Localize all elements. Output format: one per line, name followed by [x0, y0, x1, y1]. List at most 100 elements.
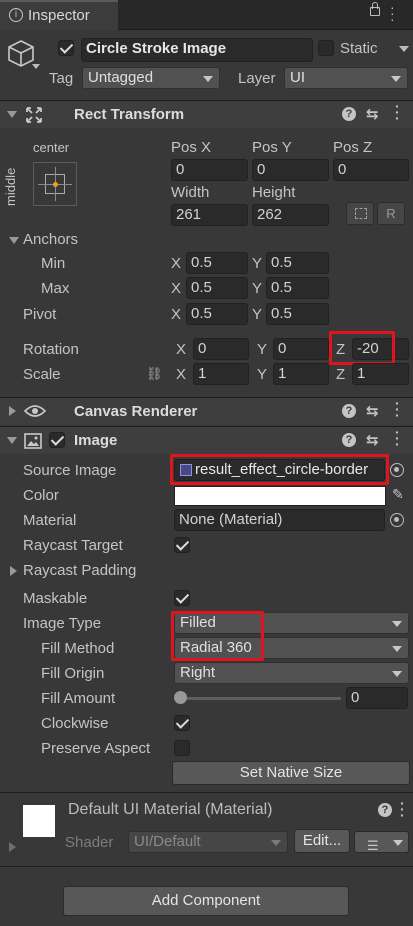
- fill-origin-dropdown[interactable]: Right: [174, 662, 409, 684]
- chevron-down-icon: [392, 646, 402, 652]
- scale-label: Scale: [23, 366, 61, 383]
- presets-icon[interactable]: ⇆: [366, 105, 379, 123]
- chevron-down-icon: [203, 76, 213, 82]
- fill-amount-slider-track[interactable]: [180, 697, 341, 700]
- layer-value: UI: [290, 69, 305, 86]
- lock-shackle-icon: [372, 2, 378, 9]
- eye-icon: [23, 404, 47, 418]
- maskable-toggle[interactable]: [174, 590, 190, 606]
- pivot-y-field[interactable]: 0.5: [266, 303, 329, 325]
- height-field[interactable]: 262: [252, 204, 329, 226]
- shader-dropdown[interactable]: UI/Default: [128, 831, 288, 853]
- object-picker-icon[interactable]: [390, 513, 404, 527]
- rect-transform-icon: [26, 107, 42, 123]
- shader-options-button[interactable]: ☰: [354, 831, 409, 853]
- context-menu-icon[interactable]: · · ·: [395, 99, 400, 125]
- pivot-x-field[interactable]: 0.5: [186, 303, 248, 325]
- layer-dropdown[interactable]: UI: [284, 67, 408, 89]
- rot-x-field[interactable]: 0: [193, 338, 249, 360]
- fill-origin-label: Fill Origin: [41, 665, 105, 682]
- icon-dropdown-arrow-icon[interactable]: [32, 64, 40, 69]
- raycast-target-label: Raycast Target: [23, 537, 123, 554]
- max-label: Max: [41, 280, 70, 297]
- pivot-label: Pivot: [23, 306, 57, 323]
- foldout-arrow-icon[interactable]: [7, 437, 17, 444]
- pivot-y-axis: Y: [252, 306, 263, 323]
- add-component-button[interactable]: Add Component: [63, 886, 349, 916]
- help-icon[interactable]: ?: [342, 404, 356, 418]
- shader-label: Shader: [65, 834, 114, 851]
- source-image-field[interactable]: result_effect_circle-border: [174, 459, 385, 481]
- tag-dropdown[interactable]: Untagged: [82, 67, 220, 89]
- presets-icon[interactable]: ⇆: [366, 431, 379, 449]
- constrain-proportions-icon[interactable]: ⛓: [146, 366, 163, 382]
- color-swatch[interactable]: [174, 486, 386, 506]
- max-y-field[interactable]: 0.5: [266, 277, 329, 299]
- raw-edit-button[interactable]: R: [377, 202, 405, 225]
- blueprint-mode-button[interactable]: [346, 202, 374, 225]
- eyedropper-icon[interactable]: ✎: [392, 486, 404, 503]
- foldout-arrow-icon[interactable]: [7, 111, 17, 118]
- sprite-icon: [180, 464, 192, 476]
- edit-shader-button[interactable]: Edit...: [294, 829, 350, 853]
- tab-inspector[interactable]: i Inspector: [0, 0, 118, 30]
- max-x-field[interactable]: 0.5: [186, 277, 248, 299]
- width-label: Width: [171, 184, 210, 201]
- image-enabled-toggle[interactable]: [49, 432, 65, 448]
- context-menu-icon[interactable]: · · ·: [395, 396, 400, 422]
- chevron-down-icon: [271, 840, 281, 846]
- scale-x-field[interactable]: 1: [193, 363, 249, 385]
- object-picker-icon[interactable]: [390, 463, 404, 477]
- help-icon[interactable]: ?: [378, 803, 392, 817]
- context-menu-icon[interactable]: · · ·: [395, 425, 400, 451]
- min-x-field[interactable]: 0.5: [186, 252, 248, 274]
- width-field[interactable]: 261: [171, 204, 248, 226]
- min-label: Min: [41, 255, 66, 272]
- active-toggle[interactable]: [58, 40, 74, 56]
- rect-transform-header[interactable]: Rect Transform ? ⇆ · · ·: [0, 99, 413, 128]
- static-dropdown-icon[interactable]: [399, 46, 409, 52]
- image-header[interactable]: Image ? ⇆ · · ·: [0, 425, 413, 454]
- material-foldout-icon[interactable]: [9, 842, 16, 852]
- image-component-icon: [24, 433, 42, 449]
- scale-z-field[interactable]: 1: [352, 363, 409, 385]
- material-preview: [23, 805, 55, 837]
- fill-amount-field[interactable]: 0: [346, 687, 408, 709]
- canvas-renderer-header[interactable]: Canvas Renderer ? ⇆ · · ·: [0, 396, 413, 425]
- max-x-axis: X: [171, 280, 182, 297]
- help-icon[interactable]: ?: [342, 433, 356, 447]
- source-image-label: Source Image: [23, 462, 117, 479]
- raycast-padding-label[interactable]: Raycast Padding: [23, 562, 136, 580]
- foldout-arrow-icon[interactable]: [9, 406, 16, 416]
- clockwise-toggle[interactable]: [174, 715, 190, 731]
- object-name-field[interactable]: Circle Stroke Image: [81, 38, 313, 62]
- posz-field[interactable]: 0: [333, 159, 409, 181]
- preserve-aspect-toggle[interactable]: [174, 740, 190, 756]
- rot-y-field[interactable]: 0: [273, 338, 329, 360]
- posx-field[interactable]: 0: [171, 159, 248, 181]
- raycast-target-toggle[interactable]: [174, 537, 190, 553]
- canvas-renderer-title: Canvas Renderer: [74, 403, 198, 420]
- image-type-dropdown[interactable]: Filled: [174, 612, 409, 634]
- set-native-size-button[interactable]: Set Native Size: [172, 761, 410, 785]
- static-label: Static: [340, 40, 378, 57]
- presets-icon[interactable]: ⇆: [366, 402, 379, 420]
- image-type-value: Filled: [180, 614, 216, 631]
- fill-method-dropdown[interactable]: Radial 360: [174, 637, 409, 659]
- fill-amount-slider-thumb[interactable]: [174, 691, 187, 704]
- more-options-icon[interactable]: · · ·: [390, 0, 395, 26]
- posy-field[interactable]: 0: [252, 159, 329, 181]
- context-menu-icon[interactable]: · · ·: [400, 796, 405, 822]
- static-toggle[interactable]: [318, 40, 334, 56]
- chevron-down-icon: [391, 76, 401, 82]
- anchors-foldout-icon[interactable]: [9, 237, 19, 244]
- anchors-label[interactable]: Anchors: [23, 231, 78, 249]
- rot-z-field[interactable]: -20: [352, 338, 409, 360]
- min-y-field[interactable]: 0.5: [266, 252, 329, 274]
- material-field[interactable]: None (Material): [174, 509, 385, 531]
- anchor-preset-button[interactable]: [33, 162, 77, 206]
- chevron-down-icon: [393, 840, 403, 846]
- help-icon[interactable]: ?: [342, 107, 356, 121]
- scale-y-field[interactable]: 1: [273, 363, 329, 385]
- raycast-padding-foldout-icon[interactable]: [10, 566, 17, 576]
